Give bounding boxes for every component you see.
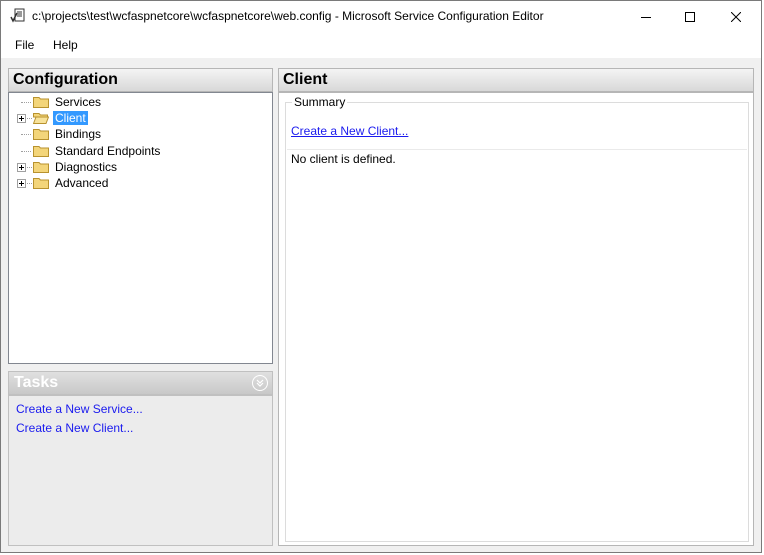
- tree-connector: [27, 167, 32, 168]
- folder-icon: [33, 97, 49, 108]
- minimize-icon: [641, 16, 651, 18]
- tree-connector: [21, 102, 31, 103]
- tree-label: Services: [55, 95, 102, 109]
- maximize-icon: [685, 11, 695, 22]
- client-header: Client: [278, 68, 754, 92]
- tasks-panel: Create a New Service... Create a New Cli…: [8, 395, 273, 546]
- expand-icon[interactable]: [17, 163, 26, 172]
- maximize-button[interactable]: [667, 1, 713, 32]
- tree-connector: [21, 151, 31, 152]
- minimize-button[interactable]: [623, 1, 669, 32]
- client-status-text: No client is defined.: [291, 152, 396, 166]
- create-service-link[interactable]: Create a New Service...: [16, 402, 143, 416]
- menu-bar: File Help: [1, 32, 761, 58]
- tree-connector: [27, 118, 32, 119]
- summary-group: Summary Create a New Client... No client…: [285, 95, 749, 542]
- app-window: c:\projects\test\wcfaspnetcore\wcfaspnet…: [0, 0, 762, 553]
- menu-file[interactable]: File: [15, 38, 34, 52]
- tree-item-bindings[interactable]: Bindings: [9, 126, 269, 142]
- tree-connector: [27, 183, 32, 184]
- tree-label: Diagnostics: [55, 160, 118, 174]
- expand-icon[interactable]: [17, 179, 26, 188]
- close-icon: [731, 11, 741, 22]
- window-title: c:\projects\test\wcfaspnetcore\wcfaspnet…: [32, 9, 544, 23]
- tree-item-services[interactable]: Services: [9, 94, 269, 110]
- tree-label: Client: [53, 111, 88, 125]
- config-editor-icon: [10, 8, 25, 23]
- close-button[interactable]: [713, 1, 759, 32]
- create-client-task-link[interactable]: Create a New Client...: [16, 421, 133, 435]
- tree-label: Standard Endpoints: [55, 144, 161, 158]
- title-bar[interactable]: c:\projects\test\wcfaspnetcore\wcfaspnet…: [1, 1, 761, 32]
- chevron-down-icon: [256, 379, 264, 387]
- folder-icon: [33, 146, 49, 157]
- tree-item-client[interactable]: Client: [9, 110, 269, 126]
- collapse-icon[interactable]: [252, 375, 268, 391]
- tasks-header[interactable]: Tasks: [8, 371, 273, 395]
- summary-legend: Summary: [292, 95, 348, 109]
- tree-connector: [21, 134, 31, 135]
- divider: [287, 149, 747, 150]
- menu-help[interactable]: Help: [53, 38, 78, 52]
- configuration-header: Configuration: [8, 68, 273, 92]
- tree-item-diagnostics[interactable]: Diagnostics: [9, 159, 269, 175]
- expand-icon[interactable]: [17, 114, 26, 123]
- tasks-title: Tasks: [14, 374, 59, 391]
- tree-item-standard-endpoints[interactable]: Standard Endpoints: [9, 143, 269, 159]
- client-pane: Summary Create a New Client... No client…: [278, 92, 754, 546]
- folder-icon: [33, 129, 49, 140]
- configuration-tree[interactable]: Services Client Bindings Standard Endpoi…: [8, 92, 273, 364]
- open-folder-icon: [33, 113, 49, 124]
- tree-item-advanced[interactable]: Advanced: [9, 175, 269, 191]
- tree-label: Advanced: [55, 176, 109, 190]
- folder-icon: [33, 162, 49, 173]
- folder-icon: [33, 178, 49, 189]
- tree-label: Bindings: [55, 127, 102, 141]
- create-client-link[interactable]: Create a New Client...: [291, 124, 408, 138]
